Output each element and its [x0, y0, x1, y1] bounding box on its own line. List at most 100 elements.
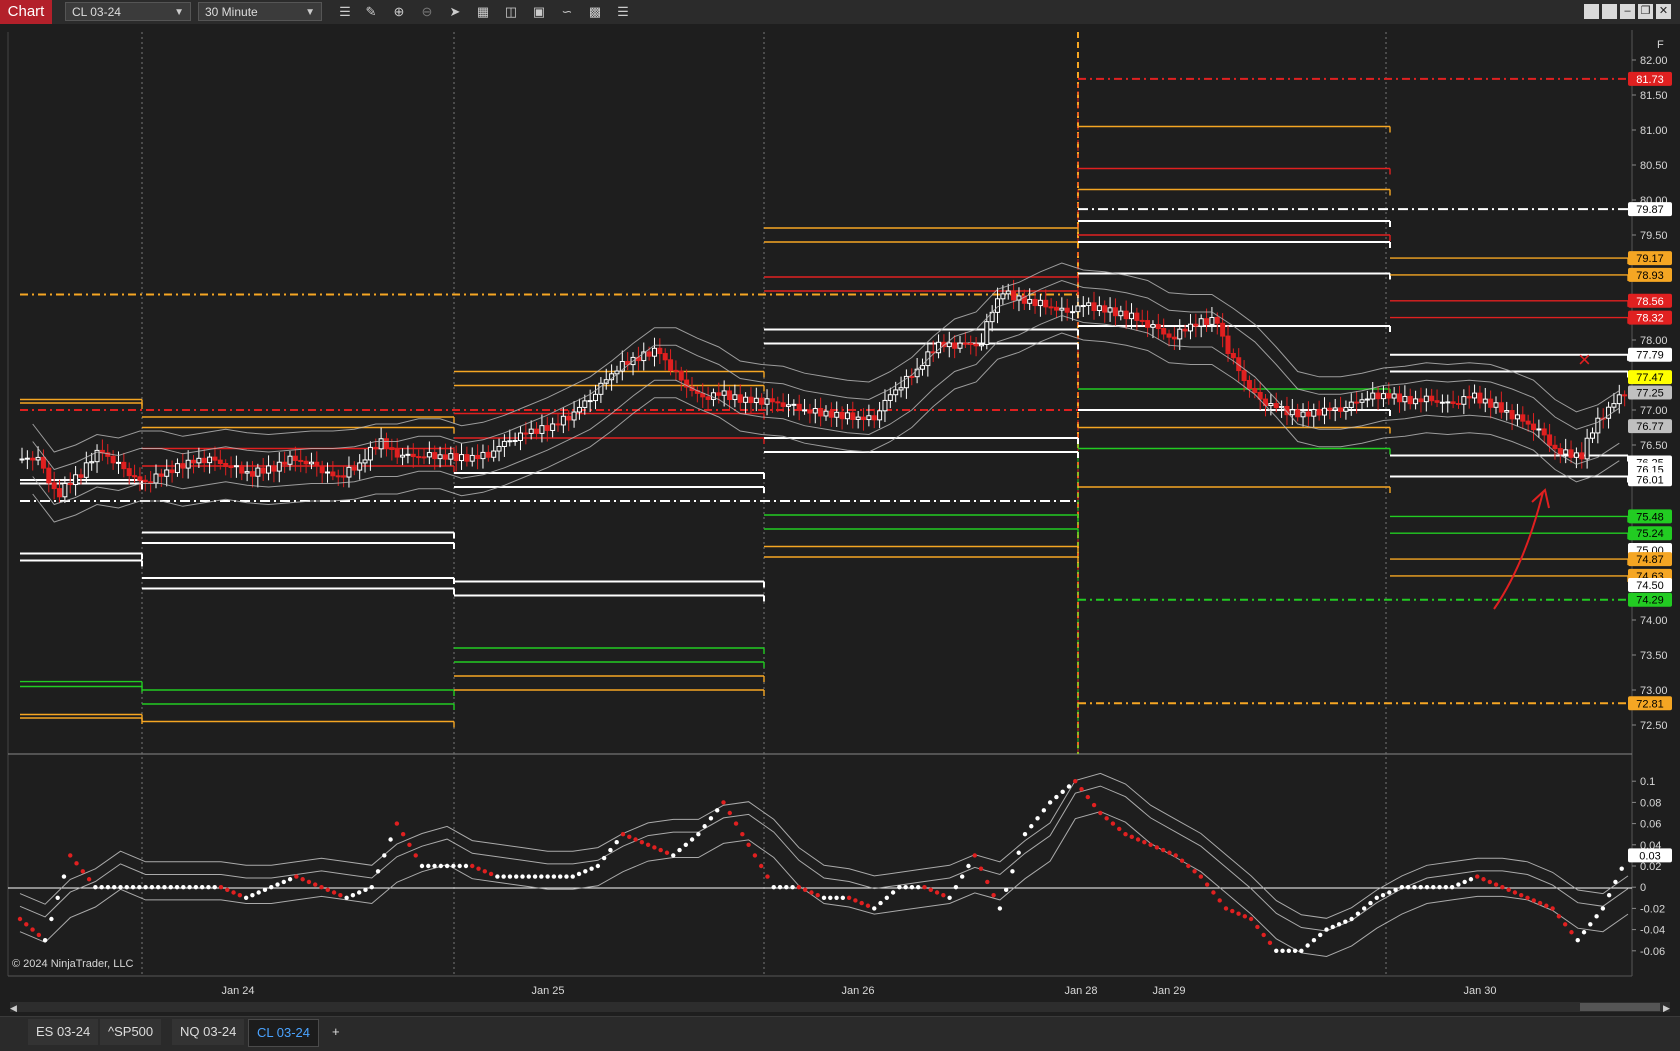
- scrollbar-thumb[interactable]: [1580, 1003, 1660, 1011]
- zoom-in-icon[interactable]: ⊕: [390, 3, 408, 21]
- candle-body: [1134, 312, 1140, 321]
- candle-body: [710, 392, 716, 400]
- candle-body: [142, 479, 148, 483]
- candle-body: [850, 412, 856, 420]
- data-box-icon[interactable]: ◫: [502, 3, 520, 21]
- indicator-dot: [331, 890, 337, 895]
- indicator-current-label: 0.03: [1639, 850, 1660, 862]
- candle-body: [769, 398, 775, 403]
- close-icon[interactable]: ✕: [1656, 4, 1671, 19]
- indicator-dot: [1506, 887, 1511, 893]
- indicator-dot: [451, 863, 456, 869]
- indicator-dot: [1003, 887, 1009, 893]
- indicator-dot: [80, 869, 86, 874]
- indicator-dot: [545, 874, 550, 879]
- indicator-dot: [689, 837, 695, 842]
- instrument-select[interactable]: CL 03-24 ▼: [65, 2, 191, 21]
- time-label: Jan 30: [1463, 985, 1496, 997]
- candle-body: [593, 393, 599, 402]
- candle-body: [1348, 401, 1354, 408]
- indicator-tick-label: -0.06: [1640, 946, 1665, 958]
- minimize-icon[interactable]: –: [1620, 4, 1635, 19]
- indicator-dot: [155, 885, 161, 890]
- candle-body: [357, 462, 363, 471]
- horizontal-scrollbar[interactable]: [10, 1002, 1670, 1012]
- indicator-dot: [1292, 948, 1298, 953]
- candle-body: [1488, 398, 1494, 408]
- indicator-dot: [1179, 858, 1185, 863]
- candle-body: [335, 475, 341, 478]
- chart-label[interactable]: Chart: [0, 0, 52, 24]
- candle-body: [351, 466, 357, 471]
- drawing-tools-icon[interactable]: ▩: [586, 3, 604, 21]
- candle-body: [576, 406, 582, 413]
- price-tick-label: 76.50: [1640, 440, 1668, 452]
- indicator-dot: [168, 885, 173, 890]
- candle-body: [1273, 403, 1279, 409]
- indicator-dot: [752, 853, 758, 858]
- candle-body: [796, 403, 802, 411]
- indicators-icon[interactable]: ▣: [530, 3, 548, 21]
- timeframe-select[interactable]: 30 Minute ▼: [198, 2, 322, 21]
- candle-body: [212, 456, 218, 461]
- tile-icon[interactable]: [1584, 4, 1599, 19]
- indicator-dot: [193, 885, 199, 890]
- indicator-dot: [978, 866, 984, 871]
- indicator-dot: [30, 927, 35, 932]
- pencil-icon[interactable]: ✎: [362, 3, 380, 21]
- candle-body: [1493, 402, 1499, 408]
- candle-body: [35, 456, 41, 461]
- indicator-dot: [1110, 821, 1116, 826]
- chevron-down-icon: ▼: [174, 7, 184, 18]
- candle-body: [1305, 411, 1311, 417]
- strategies-icon[interactable]: ∽: [558, 3, 576, 21]
- candle-body: [110, 455, 116, 464]
- zoom-out-icon[interactable]: ⊖: [418, 3, 436, 21]
- candle-body: [314, 461, 320, 467]
- indicator-dot: [721, 800, 726, 805]
- properties-icon[interactable]: ▦: [474, 3, 492, 21]
- candle-body: [174, 463, 180, 474]
- candle-body: [1166, 333, 1172, 338]
- restore-icon[interactable]: ❐: [1638, 4, 1653, 19]
- bars-icon[interactable]: ☰: [336, 3, 354, 21]
- candle-body: [1241, 370, 1247, 382]
- indicator-dot: [1104, 816, 1109, 821]
- candle-body: [73, 474, 79, 486]
- tab-nq[interactable]: NQ 03-24: [172, 1019, 245, 1045]
- chevron-down-icon: ▼: [305, 7, 315, 18]
- candle-body: [1118, 310, 1124, 317]
- indicator-dot: [790, 885, 795, 890]
- indicator-dot: [1186, 863, 1191, 869]
- candle-body: [405, 453, 411, 456]
- indicator-dot: [507, 874, 513, 879]
- menu-list-icon[interactable]: ☰: [614, 3, 632, 21]
- indicator-dot: [941, 892, 946, 898]
- tab-sp500[interactable]: ^SP500: [100, 1019, 162, 1045]
- indicator-dot: [1431, 885, 1436, 890]
- indicator-dot: [1079, 786, 1084, 792]
- candle-body: [30, 457, 36, 461]
- indicator-dot: [181, 885, 186, 890]
- candle-body: [24, 457, 30, 460]
- pointer-icon[interactable]: ➤: [446, 3, 464, 21]
- price-chart[interactable]: × 82.0081.5081.0080.5080.0079.5078.0077.…: [0, 24, 1680, 1016]
- chart-toolbar: Chart CL 03-24 ▼ 30 Minute ▼ ☰ ✎ ⊕ ⊖ ➤ ▦…: [0, 0, 1680, 25]
- candle-body: [491, 450, 497, 458]
- candle-body: [1139, 319, 1145, 322]
- indicator-dot: [1468, 877, 1474, 882]
- candle-body: [1391, 393, 1397, 399]
- tile2-icon[interactable]: [1602, 4, 1617, 19]
- tab-cl[interactable]: CL 03-24: [248, 1019, 319, 1047]
- add-tab-button[interactable]: +: [324, 1019, 348, 1045]
- candle-body: [1327, 407, 1333, 411]
- candle-body: [1584, 437, 1590, 460]
- indicator-dot: [17, 916, 23, 922]
- indicator-dot: [526, 874, 531, 879]
- candle-body: [534, 428, 540, 434]
- candle-body: [1547, 434, 1553, 446]
- tab-es[interactable]: ES 03-24: [28, 1019, 99, 1045]
- indicator-dot: [1117, 826, 1122, 832]
- indicator-dot: [564, 874, 569, 879]
- indicator-tick-label: 0: [1640, 882, 1646, 894]
